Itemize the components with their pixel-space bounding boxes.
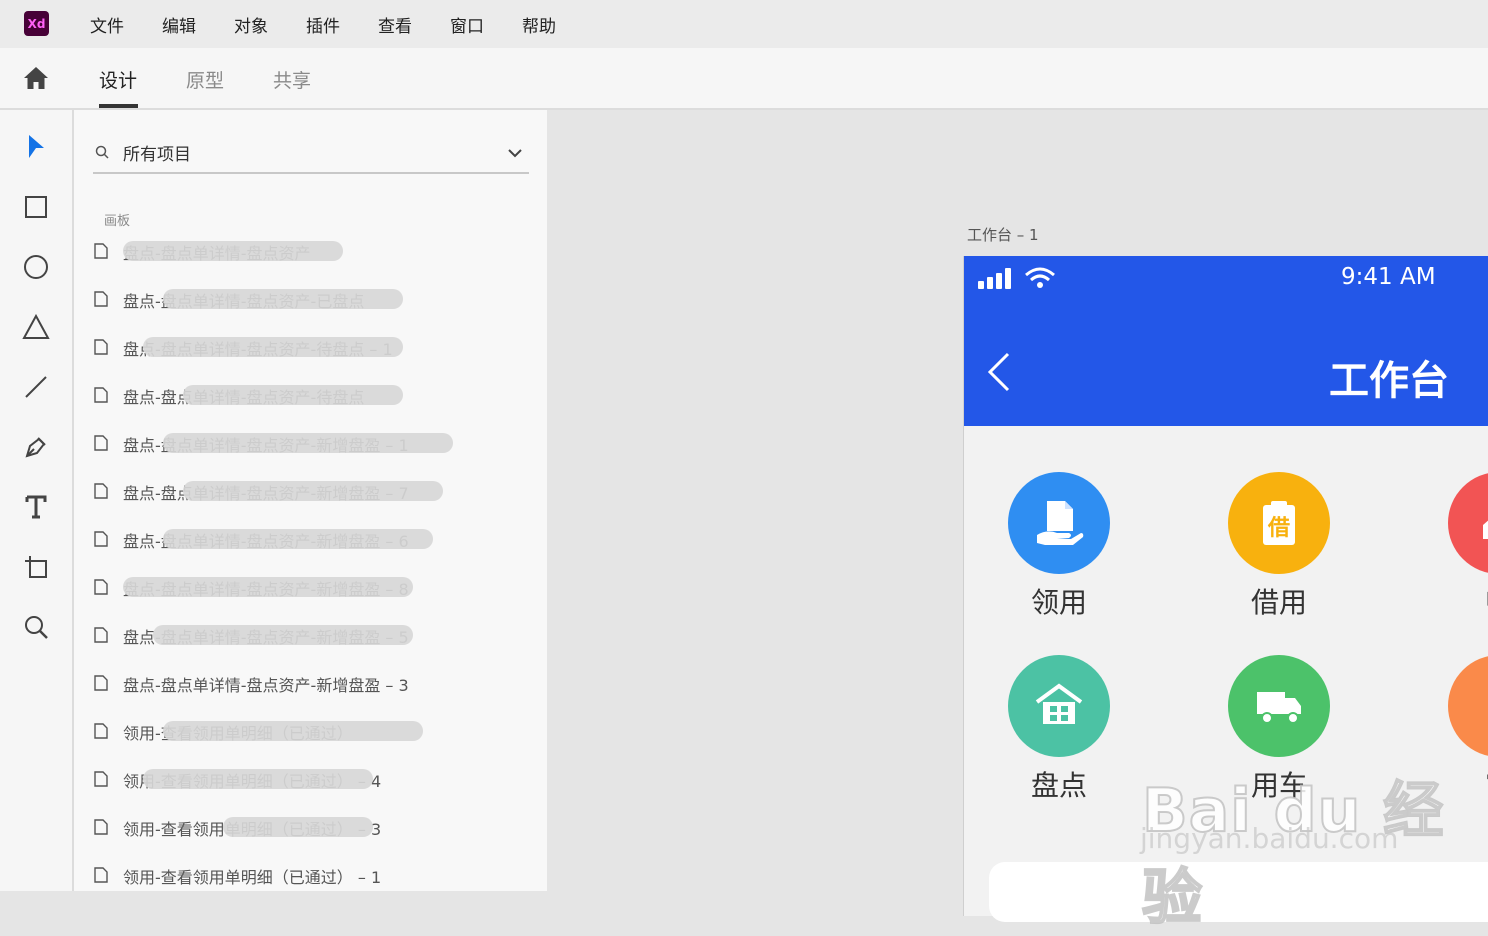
artboard-page-icon [94, 819, 108, 839]
redaction-blur [163, 721, 423, 741]
redaction-blur [163, 289, 403, 309]
menu-plugins[interactable]: 插件 [306, 12, 340, 37]
tab-design[interactable]: 设计 [99, 66, 137, 93]
zoom-icon[interactable] [20, 611, 52, 643]
home-icon[interactable] [23, 66, 49, 90]
menu-window[interactable]: 窗口 [450, 12, 484, 37]
layer-search-input[interactable] [121, 136, 505, 168]
artboard-page-icon [94, 435, 108, 455]
tab-prototype[interactable]: 原型 [186, 66, 224, 93]
artboard-list-item[interactable]: 盘点-盘点单详情-盘点资产-待盘点 [92, 380, 532, 410]
signal-icon [978, 266, 1018, 294]
line-icon[interactable] [20, 371, 52, 403]
hand-document-icon[interactable] [1008, 472, 1110, 574]
artboard-page-icon [94, 387, 108, 407]
artboard-list-item[interactable]: 领用-查看领用单明细（已通过） – 1 [92, 860, 532, 890]
triangle-icon[interactable] [20, 311, 52, 343]
tab-share[interactable]: 共享 [273, 66, 311, 93]
borrow-icon[interactable]: 借 [1228, 472, 1330, 574]
artboard-page-icon [94, 675, 108, 695]
menu-file[interactable]: 文件 [90, 12, 124, 37]
rectangle-icon[interactable] [20, 191, 52, 223]
artboard-list-item-label: 盘点-盘点单详情-盘点资产-新增盘盈 – 3 [123, 676, 409, 695]
app-label-inventory: 盘点 [1030, 769, 1087, 802]
select-icon[interactable] [20, 131, 52, 163]
pen-icon[interactable] [20, 431, 52, 463]
redaction-blur [123, 577, 413, 597]
artboard-list-item[interactable]: 盘点-盘点单详情-盘点资产-新增盘盈 – 5 [92, 620, 532, 650]
artboard-page-icon [94, 483, 108, 503]
mode-tab-bar: 设计 原型 共享 [0, 48, 1488, 110]
ellipse-icon[interactable] [20, 251, 52, 283]
text-icon[interactable] [20, 491, 52, 523]
approve-icon[interactable] [1448, 655, 1488, 757]
artboard-list-item[interactable]: 领用-查看领用单明细（已通过） [92, 716, 532, 746]
tools-panel [0, 110, 74, 891]
menu-view[interactable]: 查看 [378, 12, 412, 37]
artboard-list-item[interactable]: 盘点-盘点单详情-盘点资产-新增盘盈 – 8 [92, 572, 532, 602]
artboard-page-icon [94, 339, 108, 359]
redaction-blur [183, 481, 443, 501]
artboard-page-icon [94, 243, 108, 263]
redaction-blur [223, 817, 373, 837]
app-label-return: 归 [1439, 581, 1488, 621]
artboard-list-item[interactable]: 盘点-盘点单详情-盘点资产 [92, 236, 532, 266]
menu-help[interactable]: 帮助 [522, 12, 556, 37]
artboard-page-icon [94, 579, 108, 599]
wifi-icon [1024, 266, 1056, 294]
app-label-borrow: 借用 [1250, 586, 1307, 619]
artboard-list-item[interactable]: 盘点-盘点单详情-盘点资产-新增盘盈 – 3 [92, 668, 532, 698]
artboard-list-item-label: 领用-查看领用单明细（已通过） – 1 [123, 868, 382, 887]
section-label-artboards: 画板 [104, 214, 131, 229]
artboard-page-icon [94, 867, 108, 887]
artboard-icon[interactable] [20, 551, 52, 583]
chevron-down-icon[interactable] [507, 144, 523, 163]
page-title: 工作台 [1329, 358, 1449, 404]
artboard-page-icon [94, 723, 108, 743]
layer-filter[interactable] [93, 132, 529, 174]
warehouse-icon[interactable] [1008, 655, 1110, 757]
artboard-page-icon [94, 771, 108, 791]
truck-icon[interactable] [1228, 655, 1330, 757]
back-arrow-icon[interactable] [986, 352, 1012, 396]
active-tab-indicator [99, 104, 138, 108]
artboard-list-item[interactable]: 盘点-盘点单详情-盘点资产-新增盘盈 – 6 [92, 524, 532, 554]
artboard-list-item[interactable]: 盘点-盘点单详情-盘点资产-已盘点 [92, 284, 532, 314]
artboard-list-item[interactable]: 盘点-盘点单详情-盘点资产-新增盘盈 – 7 [92, 476, 532, 506]
app-label-receive: 领用 [1030, 586, 1087, 619]
artboard-list-item[interactable]: 盘点-盘点单详情-盘点资产-新增盘盈 – 1 [92, 428, 532, 458]
phone-nav-bar: 工作台 [964, 308, 1488, 426]
layers-panel: 画板 盘点-盘点单详情-盘点资产盘点-盘点单详情-盘点资产-已盘点盘点-盘点单详… [74, 110, 547, 891]
menu-edit[interactable]: 编辑 [162, 12, 196, 37]
return-icon[interactable] [1448, 472, 1488, 574]
status-time: 9:41 AM [1341, 264, 1436, 290]
design-canvas[interactable]: 工作台 – 1 9:41 AM 工作台 领用 借 借用 盘点 用车 Bai du… [547, 110, 1488, 934]
menu-bar: Xd 文件 编辑 对象 插件 查看 窗口 帮助 [0, 0, 1488, 48]
redaction-blur [163, 529, 433, 549]
artboard-page-icon [94, 531, 108, 551]
artboard-list-item[interactable]: 领用-查看领用单明细（已通过） – 4 [92, 764, 532, 794]
redaction-blur [153, 625, 413, 645]
redaction-blur [143, 769, 373, 789]
artboard-page-icon [94, 291, 108, 311]
artboard-list-item[interactable]: 盘点-盘点单详情-盘点资产-待盘点 – 1 [92, 332, 532, 362]
artboard-list-item[interactable]: 领用-查看领用单明细（已通过） – 3 [92, 812, 532, 842]
redaction-blur [183, 385, 403, 405]
svg-text:借: 借 [1267, 516, 1290, 541]
redaction-blur [123, 241, 343, 261]
redaction-blur [163, 433, 453, 453]
phone-status-bar: 9:41 AM [964, 256, 1488, 308]
search-icon [95, 144, 109, 163]
redaction-blur [143, 337, 403, 357]
xd-logo: Xd [24, 11, 49, 36]
watermark-url: jingyan.baidu.com [1140, 822, 1399, 855]
artboard-page-icon [94, 627, 108, 647]
menu-object[interactable]: 对象 [234, 12, 268, 37]
artboard-name-label[interactable]: 工作台 – 1 [967, 224, 1039, 245]
